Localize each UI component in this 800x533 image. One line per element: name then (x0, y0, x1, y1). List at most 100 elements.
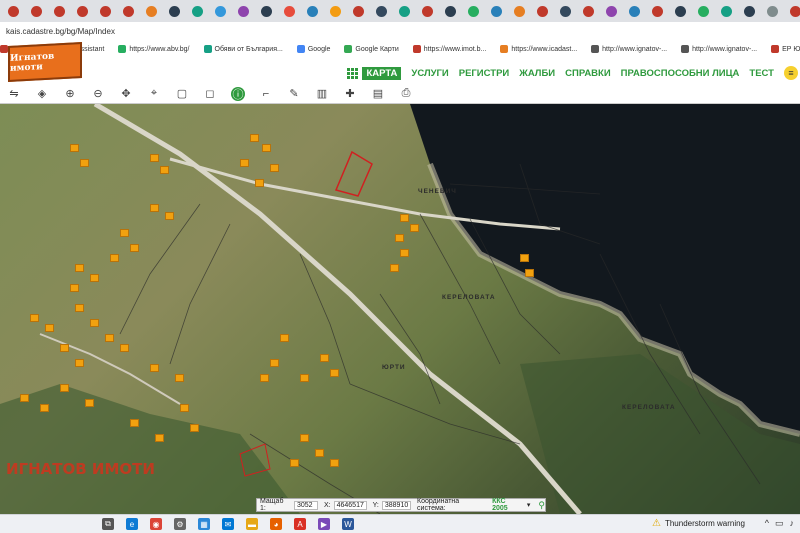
nav-item[interactable]: ЖАЛБИ (519, 68, 555, 79)
print-icon[interactable]: ⎙ (399, 87, 413, 101)
tab-favicon-icon[interactable] (744, 5, 755, 17)
bookmark-item[interactable]: https://www.abv.bg/ (118, 45, 190, 53)
address-url[interactable]: kais.cadastre.bg/bg/Map/Index (6, 27, 115, 36)
bookmark-item[interactable]: https://www.icadast... (500, 45, 577, 53)
tab-favicon-icon[interactable] (100, 5, 111, 17)
tab-favicon-icon[interactable] (698, 5, 709, 17)
apps-grid-icon[interactable] (347, 67, 359, 79)
tab-favicon-icon[interactable] (675, 5, 686, 17)
building (300, 434, 309, 442)
tab-favicon-icon[interactable] (238, 5, 249, 17)
tab-favicon-icon[interactable] (169, 5, 180, 17)
tab-favicon-icon[interactable] (560, 5, 571, 17)
pan-icon[interactable]: ⇋ (7, 87, 21, 101)
tab-favicon-icon[interactable] (790, 5, 800, 17)
tab-favicon-icon[interactable] (445, 5, 456, 17)
select-rect-icon[interactable]: ▢ (175, 87, 189, 101)
pdf-icon[interactable]: A (294, 518, 306, 530)
tab-favicon-icon[interactable] (146, 5, 157, 17)
media-icon[interactable]: ▶ (318, 518, 330, 530)
settings-icon[interactable]: ⚙ (174, 518, 186, 530)
menu-icon[interactable]: ≡ (784, 66, 798, 80)
select-icon[interactable]: ◻ (203, 87, 217, 101)
layers-icon[interactable]: ◈ (35, 87, 49, 101)
tab-favicon-icon[interactable] (652, 5, 663, 17)
tab-favicon-icon[interactable] (192, 5, 203, 17)
tab-favicon-icon[interactable] (767, 5, 778, 17)
tab-favicon-icon[interactable] (54, 5, 65, 17)
move-icon[interactable]: ✥ (119, 87, 133, 101)
tab-favicon-icon[interactable] (215, 5, 226, 17)
tab-favicon-icon[interactable] (514, 5, 525, 17)
search-icon[interactable]: ⚲ (538, 500, 545, 511)
tray-icon[interactable]: ^ (765, 518, 769, 529)
cross-icon[interactable]: ✚ (343, 87, 357, 101)
bookmark-favicon-icon (0, 45, 8, 53)
tab-favicon-icon[interactable] (284, 5, 295, 17)
nav-item[interactable]: РЕГИСТРИ (459, 68, 509, 79)
y-input[interactable]: 388910 (381, 500, 412, 510)
chrome-icon[interactable]: ◉ (150, 518, 162, 530)
bookmark-item[interactable]: http://www.ignatov-... (591, 45, 667, 53)
tab-favicon-icon[interactable] (468, 5, 479, 17)
building (300, 374, 309, 382)
tray-icon[interactable]: ♪ (790, 518, 795, 529)
address-bar[interactable]: kais.cadastre.bg/bg/Map/Index (0, 22, 800, 40)
store-icon[interactable]: ▦ (198, 518, 210, 530)
task-view-icon[interactable]: ⧉ (102, 518, 114, 530)
tab-favicon-icon[interactable] (399, 5, 410, 17)
bookmark-item[interactable]: Обяви от България... (203, 45, 283, 53)
tab-favicon-icon[interactable] (537, 5, 548, 17)
measure-icon[interactable]: ⌐ (259, 87, 273, 101)
tab-favicon-icon[interactable] (123, 5, 134, 17)
tab-favicon-icon[interactable] (261, 5, 272, 17)
site-logo[interactable]: Игнатов имоти (8, 42, 82, 82)
info-icon[interactable]: ⓘ (231, 86, 245, 101)
draw-icon[interactable]: ✎ (287, 87, 301, 101)
locality-label: ЮРТИ (382, 364, 406, 371)
tab-favicon-icon[interactable] (491, 5, 502, 17)
pin-icon[interactable]: ⌖ (147, 87, 161, 101)
bookmark-item[interactable]: Google (296, 45, 330, 53)
tab-favicon-icon[interactable] (307, 5, 318, 17)
bookmark-item[interactable]: Google Карти (344, 45, 399, 53)
nav-item[interactable]: КАРТА (362, 66, 402, 80)
mail-icon[interactable]: ✉ (222, 518, 234, 530)
map-icon[interactable]: ▥ (315, 87, 329, 101)
tab-favicon-icon[interactable] (583, 5, 594, 17)
zoom-in-icon[interactable]: ⊕ (63, 87, 77, 101)
zoom-out-icon[interactable]: ⊖ (91, 87, 105, 101)
nav-item[interactable]: ТЕСТ (749, 68, 774, 79)
x-input[interactable]: 4646517 (333, 500, 367, 510)
bookmark-item[interactable]: https://www.imot.b... (412, 45, 486, 53)
tab-favicon-icon[interactable] (330, 5, 341, 17)
building (75, 304, 84, 312)
cadastral-map[interactable]: ЧЕНЕВИЧ КЕРЕЛОВАТА ЮРТИ КЕРЕЛОВАТА ИГНАТОВ … (0, 104, 800, 514)
tab-favicon-icon[interactable] (422, 5, 433, 17)
bookmark-item[interactable]: ЕР Юг Онлайн услу... (771, 45, 800, 53)
word-icon[interactable]: W (342, 518, 354, 530)
tray-icon[interactable]: ▭ (775, 518, 784, 529)
edge-icon[interactable]: e (126, 518, 138, 530)
scale-input[interactable]: 3052 (293, 500, 318, 510)
tab-favicon-icon[interactable] (376, 5, 387, 17)
tab-favicon-icon[interactable] (606, 5, 617, 17)
building (150, 364, 159, 372)
tab-favicon-icon[interactable] (31, 5, 42, 17)
system-select[interactable]: ККС 2005 (492, 498, 523, 512)
note-icon[interactable]: ▤ (371, 87, 385, 101)
tab-favicon-icon[interactable] (77, 5, 88, 17)
chevron-down-icon[interactable]: ▾ (527, 501, 531, 509)
tab-favicon-icon[interactable] (721, 5, 732, 17)
firefox-icon[interactable]: ◕ (270, 518, 282, 530)
building (290, 459, 299, 467)
explorer-icon[interactable]: ▬ (246, 518, 258, 530)
nav-item[interactable]: СПРАВКИ (565, 68, 611, 79)
tab-favicon-icon[interactable] (8, 5, 19, 17)
bookmark-item[interactable]: http://www.ignatov-... (681, 45, 757, 53)
weather-widget[interactable]: ⚠ Thunderstorm warning (652, 518, 745, 529)
nav-item[interactable]: УСЛУГИ (411, 68, 448, 79)
tab-favicon-icon[interactable] (353, 5, 364, 17)
nav-item[interactable]: ПРАВОСПОСОБНИ ЛИЦА (621, 68, 740, 79)
tab-favicon-icon[interactable] (629, 5, 640, 17)
